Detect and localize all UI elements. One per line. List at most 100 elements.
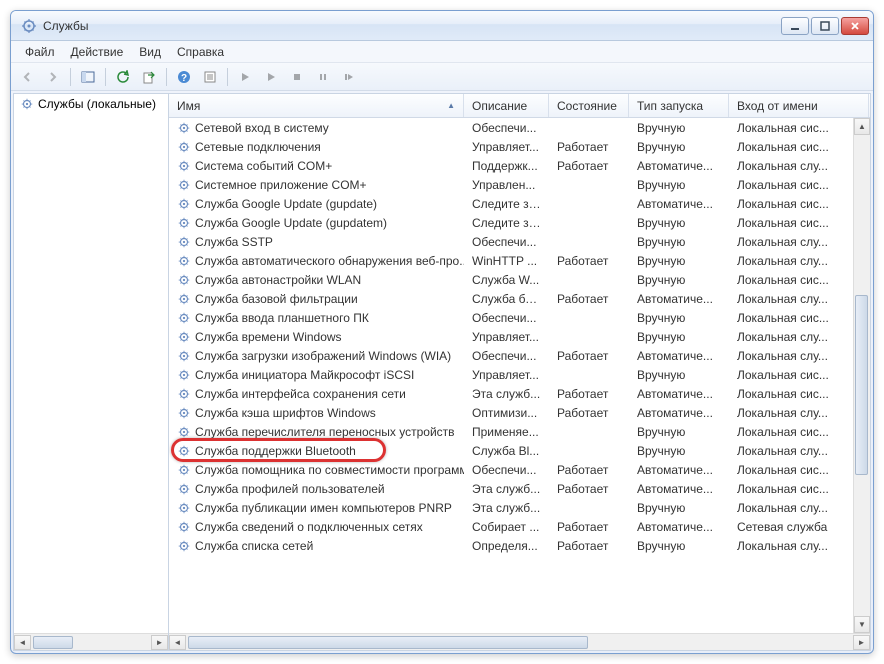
service-row[interactable]: Системное приложение COM+Управлен...Вруч… xyxy=(169,175,870,194)
service-row[interactable]: Служба публикации имен компьютеров PNRPЭ… xyxy=(169,498,870,517)
menu-file[interactable]: Файл xyxy=(17,43,63,61)
service-row[interactable]: Служба интерфейса сохранения сетиЭта слу… xyxy=(169,384,870,403)
back-button[interactable] xyxy=(15,66,39,88)
cell-name: Служба публикации имен компьютеров PNRP xyxy=(169,501,464,515)
cell-startup: Вручную xyxy=(629,539,729,553)
service-row[interactable]: Служба поддержки BluetoothСлужба Bl...Вр… xyxy=(169,441,870,460)
cell-name: Служба сведений о подключенных сетях xyxy=(169,520,464,534)
cell-description: Обеспечи... xyxy=(464,311,549,325)
cell-startup: Вручную xyxy=(629,121,729,135)
start-service-button[interactable] xyxy=(233,66,257,88)
cell-logon: Локальная слу... xyxy=(729,235,869,249)
cell-name: Служба базовой фильтрации xyxy=(169,292,464,306)
service-row[interactable]: Служба инициатора Майкрософт iSCSIУправл… xyxy=(169,365,870,384)
scroll-down-arrow-icon[interactable]: ▼ xyxy=(854,616,870,633)
service-row[interactable]: Служба базовой фильтрацииСлужба ба...Раб… xyxy=(169,289,870,308)
service-gear-icon xyxy=(177,387,191,401)
service-gear-icon xyxy=(177,121,191,135)
cell-startup: Вручную xyxy=(629,368,729,382)
service-gear-icon xyxy=(177,406,191,420)
service-row[interactable]: Служба ввода планшетного ПКОбеспечи...Вр… xyxy=(169,308,870,327)
scroll-right-arrow-icon[interactable]: ► xyxy=(151,635,168,650)
scroll-track[interactable] xyxy=(31,635,151,650)
service-gear-icon xyxy=(177,216,191,230)
column-header-name[interactable]: Имя▲ xyxy=(169,94,464,117)
scroll-track[interactable] xyxy=(186,635,853,650)
restart-service-button[interactable] xyxy=(337,66,361,88)
cell-name: Служба времени Windows xyxy=(169,330,464,344)
show-hide-tree-button[interactable] xyxy=(76,66,100,88)
forward-button[interactable] xyxy=(41,66,65,88)
scroll-up-arrow-icon[interactable]: ▲ xyxy=(854,118,870,135)
cell-startup: Вручную xyxy=(629,311,729,325)
vscroll-thumb[interactable] xyxy=(855,295,868,475)
scroll-left-arrow-icon[interactable]: ◄ xyxy=(14,635,31,650)
tree-panel: Службы (локальные) ◄ ► xyxy=(14,94,169,650)
cell-logon: Сетевая служба xyxy=(729,520,869,534)
cell-state: Работает xyxy=(549,159,629,173)
toolbar-separator xyxy=(105,68,106,86)
vertical-scrollbar[interactable]: ▲ ▼ xyxy=(853,118,870,633)
service-row[interactable]: Служба профилей пользователейЭта служб..… xyxy=(169,479,870,498)
titlebar[interactable]: Службы xyxy=(11,11,873,41)
cell-description: Управляет... xyxy=(464,368,549,382)
cell-logon: Локальная сис... xyxy=(729,463,869,477)
column-header-logon[interactable]: Вход от имени xyxy=(729,94,869,117)
scroll-thumb[interactable] xyxy=(188,636,588,649)
tree-horizontal-scrollbar[interactable]: ◄ ► xyxy=(14,633,168,650)
close-button[interactable] xyxy=(841,17,869,35)
list-body[interactable]: Сетевой вход в системуОбеспечи...Вручную… xyxy=(169,118,870,633)
service-row[interactable]: Служба времени WindowsУправляет...Вручну… xyxy=(169,327,870,346)
menu-action[interactable]: Действие xyxy=(63,43,132,61)
menu-help[interactable]: Справка xyxy=(169,43,232,61)
minimize-button[interactable] xyxy=(781,17,809,35)
stop-service-button[interactable] xyxy=(285,66,309,88)
vscroll-track[interactable] xyxy=(854,135,870,616)
service-gear-icon xyxy=(177,235,191,249)
cell-description: Эта служб... xyxy=(464,387,549,401)
service-row[interactable]: Сетевые подключенияУправляет...РаботаетВ… xyxy=(169,137,870,156)
list-horizontal-scrollbar[interactable]: ◄ ► xyxy=(169,633,870,650)
cell-name: Служба Google Update (gupdatem) xyxy=(169,216,464,230)
refresh-button[interactable] xyxy=(111,66,135,88)
cell-startup: Вручную xyxy=(629,330,729,344)
scroll-left-arrow-icon[interactable]: ◄ xyxy=(169,635,186,650)
cell-startup: Автоматиче... xyxy=(629,292,729,306)
scroll-thumb[interactable] xyxy=(33,636,73,649)
column-header-startup[interactable]: Тип запуска xyxy=(629,94,729,117)
service-row[interactable]: Служба автонастройки WLANСлужба W...Вруч… xyxy=(169,270,870,289)
column-header-description[interactable]: Описание xyxy=(464,94,549,117)
service-row[interactable]: Служба помощника по совместимости програ… xyxy=(169,460,870,479)
menu-view[interactable]: Вид xyxy=(131,43,169,61)
column-header-state[interactable]: Состояние xyxy=(549,94,629,117)
service-row[interactable]: Служба списка сетейОпределя...РаботаетВр… xyxy=(169,536,870,555)
service-row[interactable]: Служба перечислителя переносных устройст… xyxy=(169,422,870,441)
service-row[interactable]: Служба автоматического обнаружения веб-п… xyxy=(169,251,870,270)
maximize-button[interactable] xyxy=(811,17,839,35)
cell-logon: Локальная сис... xyxy=(729,311,869,325)
service-gear-icon xyxy=(177,482,191,496)
service-gear-icon xyxy=(177,273,191,287)
cell-logon: Локальная сис... xyxy=(729,140,869,154)
cell-logon: Локальная сис... xyxy=(729,273,869,287)
help-button[interactable]: ? xyxy=(172,66,196,88)
scroll-right-arrow-icon[interactable]: ► xyxy=(853,635,870,650)
menubar: Файл Действие Вид Справка xyxy=(11,41,873,63)
service-row[interactable]: Служба SSTPОбеспечи...ВручнуюЛокальная с… xyxy=(169,232,870,251)
start-service-alt-button[interactable] xyxy=(259,66,283,88)
service-row[interactable]: Система событий COM+Поддержк...РаботаетА… xyxy=(169,156,870,175)
tree-root-services[interactable]: Службы (локальные) xyxy=(14,94,168,114)
cell-state: Работает xyxy=(549,292,629,306)
cell-description: Собирает ... xyxy=(464,520,549,534)
service-row[interactable]: Служба загрузки изображений Windows (WIA… xyxy=(169,346,870,365)
service-row[interactable]: Служба Google Update (gupdate)Следите за… xyxy=(169,194,870,213)
service-row[interactable]: Сетевой вход в системуОбеспечи...Вручную… xyxy=(169,118,870,137)
service-row[interactable]: Служба кэша шрифтов WindowsОптимизи...Ра… xyxy=(169,403,870,422)
toolbar: ? xyxy=(11,63,873,91)
service-gear-icon xyxy=(177,520,191,534)
export-button[interactable] xyxy=(137,66,161,88)
service-row[interactable]: Служба сведений о подключенных сетяхСоби… xyxy=(169,517,870,536)
service-row[interactable]: Служба Google Update (gupdatem)Следите з… xyxy=(169,213,870,232)
pause-service-button[interactable] xyxy=(311,66,335,88)
properties-button[interactable] xyxy=(198,66,222,88)
